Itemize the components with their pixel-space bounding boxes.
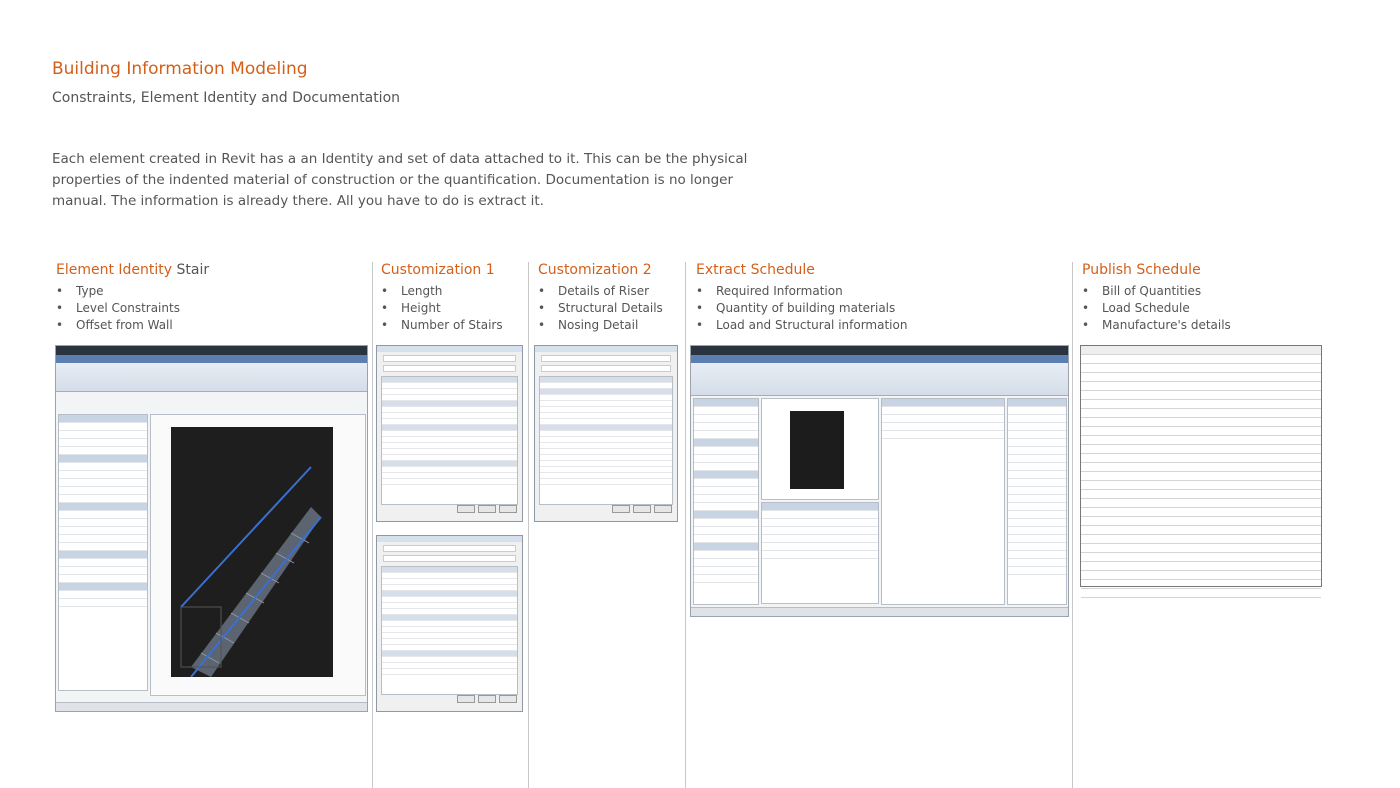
riser-schedule-panel <box>761 502 879 604</box>
list-item: Details of Riser <box>538 283 663 300</box>
column-divider <box>1072 262 1073 788</box>
type-properties-dialog <box>534 345 678 522</box>
list-item: Length <box>381 283 503 300</box>
column-divider <box>685 262 686 788</box>
list-item: Structural Details <box>538 300 663 317</box>
list-item: Nosing Detail <box>538 317 663 334</box>
column-customization-2: Customization 2 Details of Riser Structu… <box>538 262 663 334</box>
list-item: Required Information <box>696 283 907 300</box>
bullet-list: Type Level Constraints Offset from Wall <box>56 283 209 334</box>
list-item: Bill of Quantities <box>1082 283 1231 300</box>
3d-view-panel <box>761 398 879 500</box>
type-properties-dialog <box>376 345 523 522</box>
bullet-list: Bill of Quantities Load Schedule Manufac… <box>1082 283 1231 334</box>
column-divider <box>528 262 529 788</box>
list-item: Height <box>381 300 503 317</box>
stair-render <box>171 427 333 678</box>
list-item: Manufacture's details <box>1082 317 1231 334</box>
intro-paragraph: Each element created in Revit has a an I… <box>52 151 748 209</box>
properties-panel <box>58 414 148 691</box>
project-browser-panel <box>1007 398 1067 605</box>
stair-schedule-panel <box>881 398 1005 605</box>
revit-schedule-screenshot <box>690 345 1069 617</box>
column-heading: Customization 2 <box>538 262 652 278</box>
list-item: Offset from Wall <box>56 317 209 334</box>
column-heading: Customization 1 <box>381 262 495 278</box>
page-subtitle: Constraints, Element Identity and Docume… <box>52 90 401 106</box>
column-heading: Element Identity Stair <box>56 262 210 278</box>
list-item: Quantity of building materials <box>696 300 907 317</box>
properties-panel <box>693 398 759 605</box>
bullet-list: Length Height Number of Stairs <box>381 283 503 334</box>
column-publish-schedule: Publish Schedule Bill of Quantities Load… <box>1082 262 1231 334</box>
column-heading: Publish Schedule <box>1082 262 1201 278</box>
stair-3d-viewport <box>790 411 844 489</box>
bullet-list: Details of Riser Structural Details Nosi… <box>538 283 663 334</box>
column-customization-1: Customization 1 Length Height Number of … <box>381 262 503 334</box>
list-item: Number of Stairs <box>381 317 503 334</box>
page-title: Building Information Modeling <box>52 59 308 79</box>
column-extract-schedule: Extract Schedule Required Information Qu… <box>696 262 907 334</box>
stair-3d-viewport <box>171 427 333 678</box>
bullet-list: Required Information Quantity of buildin… <box>696 283 907 334</box>
column-heading: Extract Schedule <box>696 262 815 278</box>
column-divider <box>372 262 373 788</box>
type-properties-dialog <box>376 535 523 712</box>
list-item: Type <box>56 283 209 300</box>
list-item: Level Constraints <box>56 300 209 317</box>
published-schedule-table <box>1080 345 1322 598</box>
3d-view-panel <box>150 414 366 696</box>
list-item: Load Schedule <box>1082 300 1231 317</box>
list-item: Load and Structural information <box>696 317 907 334</box>
column-element-identity: Element Identity Stair Type Level Constr… <box>56 262 209 334</box>
revit-stair-screenshot <box>55 345 368 712</box>
